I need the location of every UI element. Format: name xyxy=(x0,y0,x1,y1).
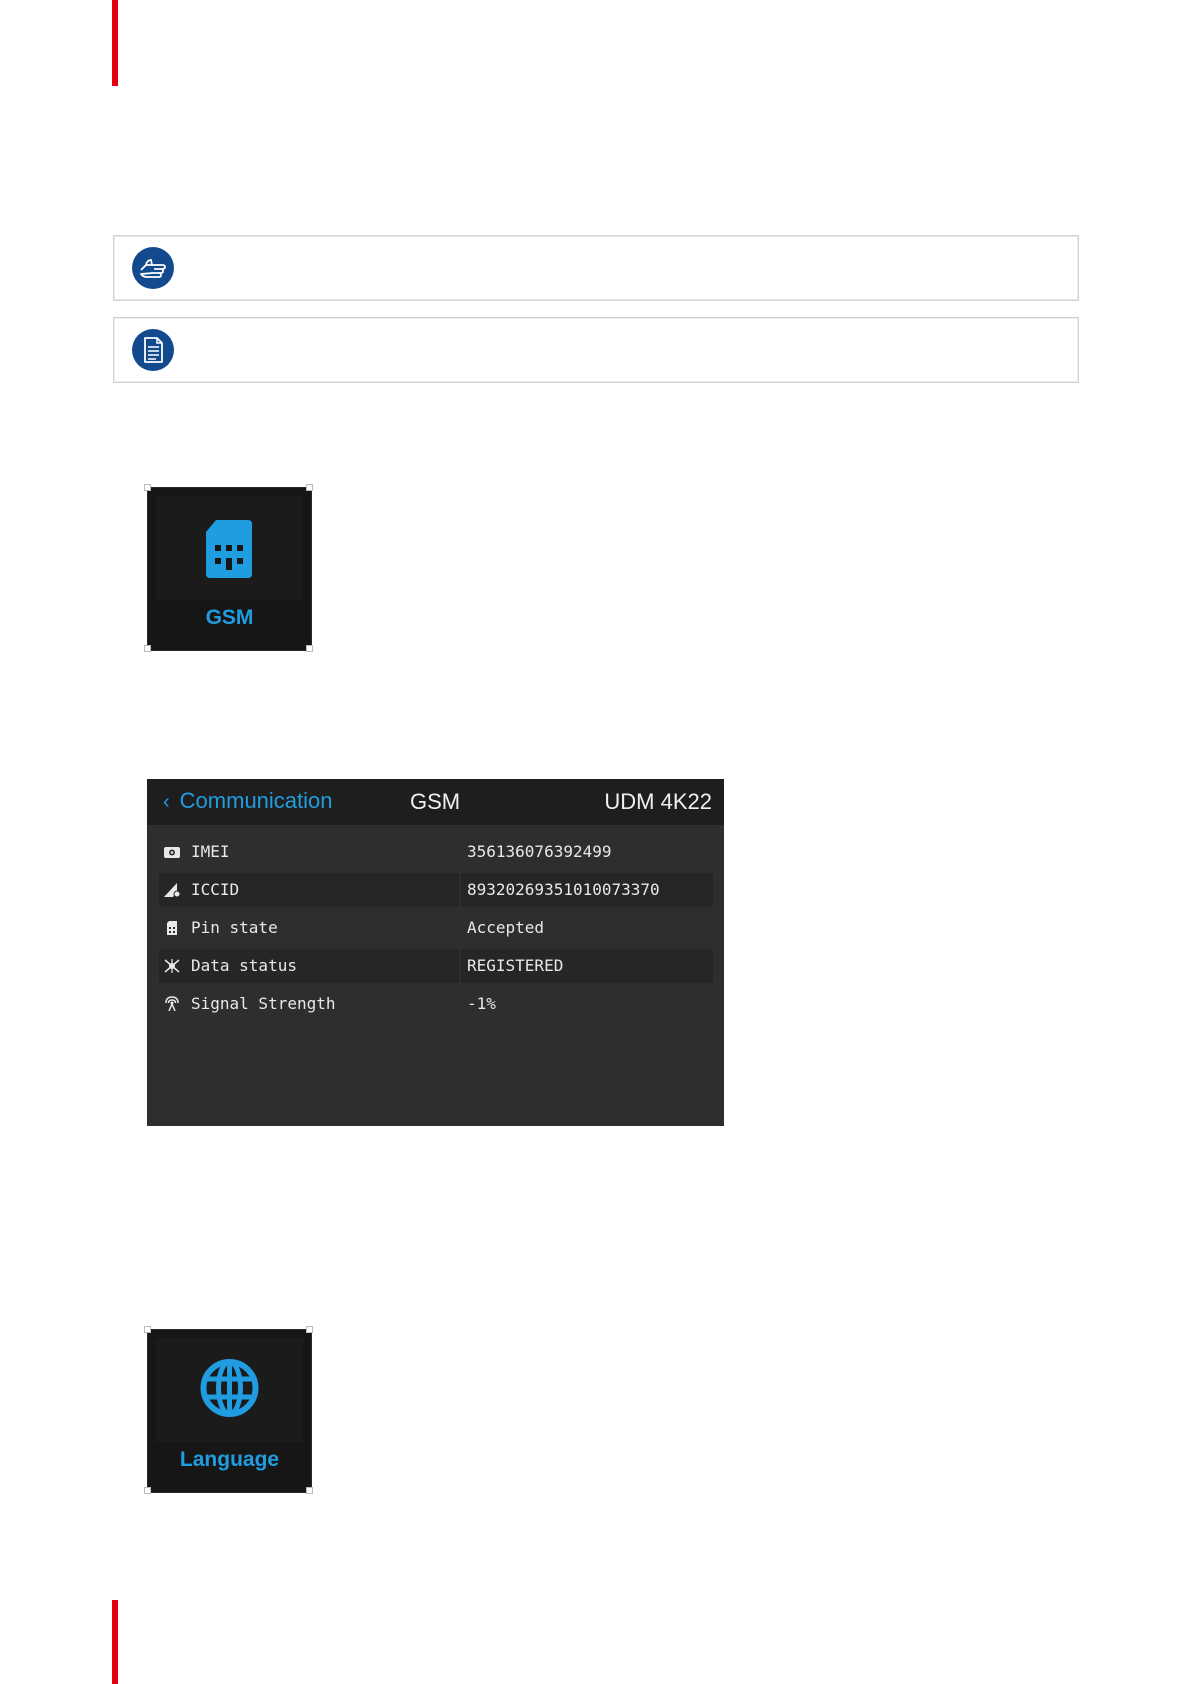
row-value: 356136076392499 xyxy=(467,842,612,861)
bottom-accent-bar xyxy=(112,1600,118,1684)
chevron-left-icon: ‹ xyxy=(163,791,170,813)
sim-card-icon xyxy=(206,520,252,578)
imei-icon xyxy=(164,847,180,858)
tip-note-box xyxy=(113,235,1079,301)
row-label: ICCID xyxy=(191,880,240,899)
selection-handle xyxy=(306,484,313,491)
row-value-cell: REGISTERED xyxy=(461,949,713,983)
row-label-cell: ICCID xyxy=(159,873,459,907)
gsm-info-panel: ‹ Communication GSM UDM 4K22 IMEI 3561360… xyxy=(147,779,724,1126)
selection-handle xyxy=(144,1487,151,1494)
selection-handle xyxy=(144,645,151,652)
row-label: Signal Strength xyxy=(191,994,336,1013)
row-label-cell: Pin state xyxy=(159,911,459,945)
info-row-pin-state: Pin state Accepted xyxy=(159,911,713,945)
row-value: REGISTERED xyxy=(467,956,564,975)
data-status-icon xyxy=(164,959,180,973)
pointing-hand-icon xyxy=(132,247,174,289)
row-label-cell: Signal Strength xyxy=(159,987,459,1021)
row-label: Data status xyxy=(191,956,297,975)
row-value: -1% xyxy=(467,994,496,1013)
globe-icon xyxy=(200,1359,259,1417)
info-row-signal-strength: Signal Strength -1% xyxy=(159,987,713,1021)
selection-handle xyxy=(306,1326,313,1333)
sim-icon xyxy=(167,921,177,935)
row-value-cell: Accepted xyxy=(461,911,713,945)
row-value-cell: 89320269351010073370 xyxy=(461,873,713,907)
panel-title: GSM xyxy=(410,789,461,814)
back-label: Communication xyxy=(179,788,333,813)
row-label: IMEI xyxy=(191,842,230,861)
row-label: Pin state xyxy=(191,918,278,937)
gsm-menu-tile[interactable]: GSM xyxy=(147,487,312,651)
selection-handle xyxy=(144,1326,151,1333)
panel-header: ‹ Communication GSM UDM 4K22 xyxy=(147,779,724,825)
row-value-cell: 356136076392499 xyxy=(461,835,713,869)
selection-handle xyxy=(306,1487,313,1494)
selection-handle xyxy=(144,484,151,491)
device-name: UDM 4K22 xyxy=(604,789,712,814)
document-icon xyxy=(132,329,174,371)
language-menu-tile[interactable]: Language xyxy=(147,1329,312,1493)
antenna-icon xyxy=(165,996,179,1012)
row-label-cell: IMEI xyxy=(159,835,459,869)
info-row-iccid: ICCID 89320269351010073370 xyxy=(159,873,713,907)
back-button[interactable]: ‹ Communication xyxy=(163,788,333,814)
selection-handle xyxy=(306,645,313,652)
language-tile-label: Language xyxy=(179,1448,280,1471)
top-accent-bar xyxy=(112,0,118,86)
row-value: 89320269351010073370 xyxy=(467,880,660,899)
row-value: Accepted xyxy=(467,918,545,937)
info-note-box xyxy=(113,317,1079,383)
info-row-imei: IMEI 356136076392499 xyxy=(159,835,713,869)
row-value-cell: -1% xyxy=(461,987,713,1021)
iccid-icon xyxy=(164,883,181,898)
info-row-data-status: Data status REGISTERED xyxy=(159,949,713,983)
row-label-cell: Data status xyxy=(159,949,459,983)
gsm-tile-label: GSM xyxy=(205,606,254,629)
